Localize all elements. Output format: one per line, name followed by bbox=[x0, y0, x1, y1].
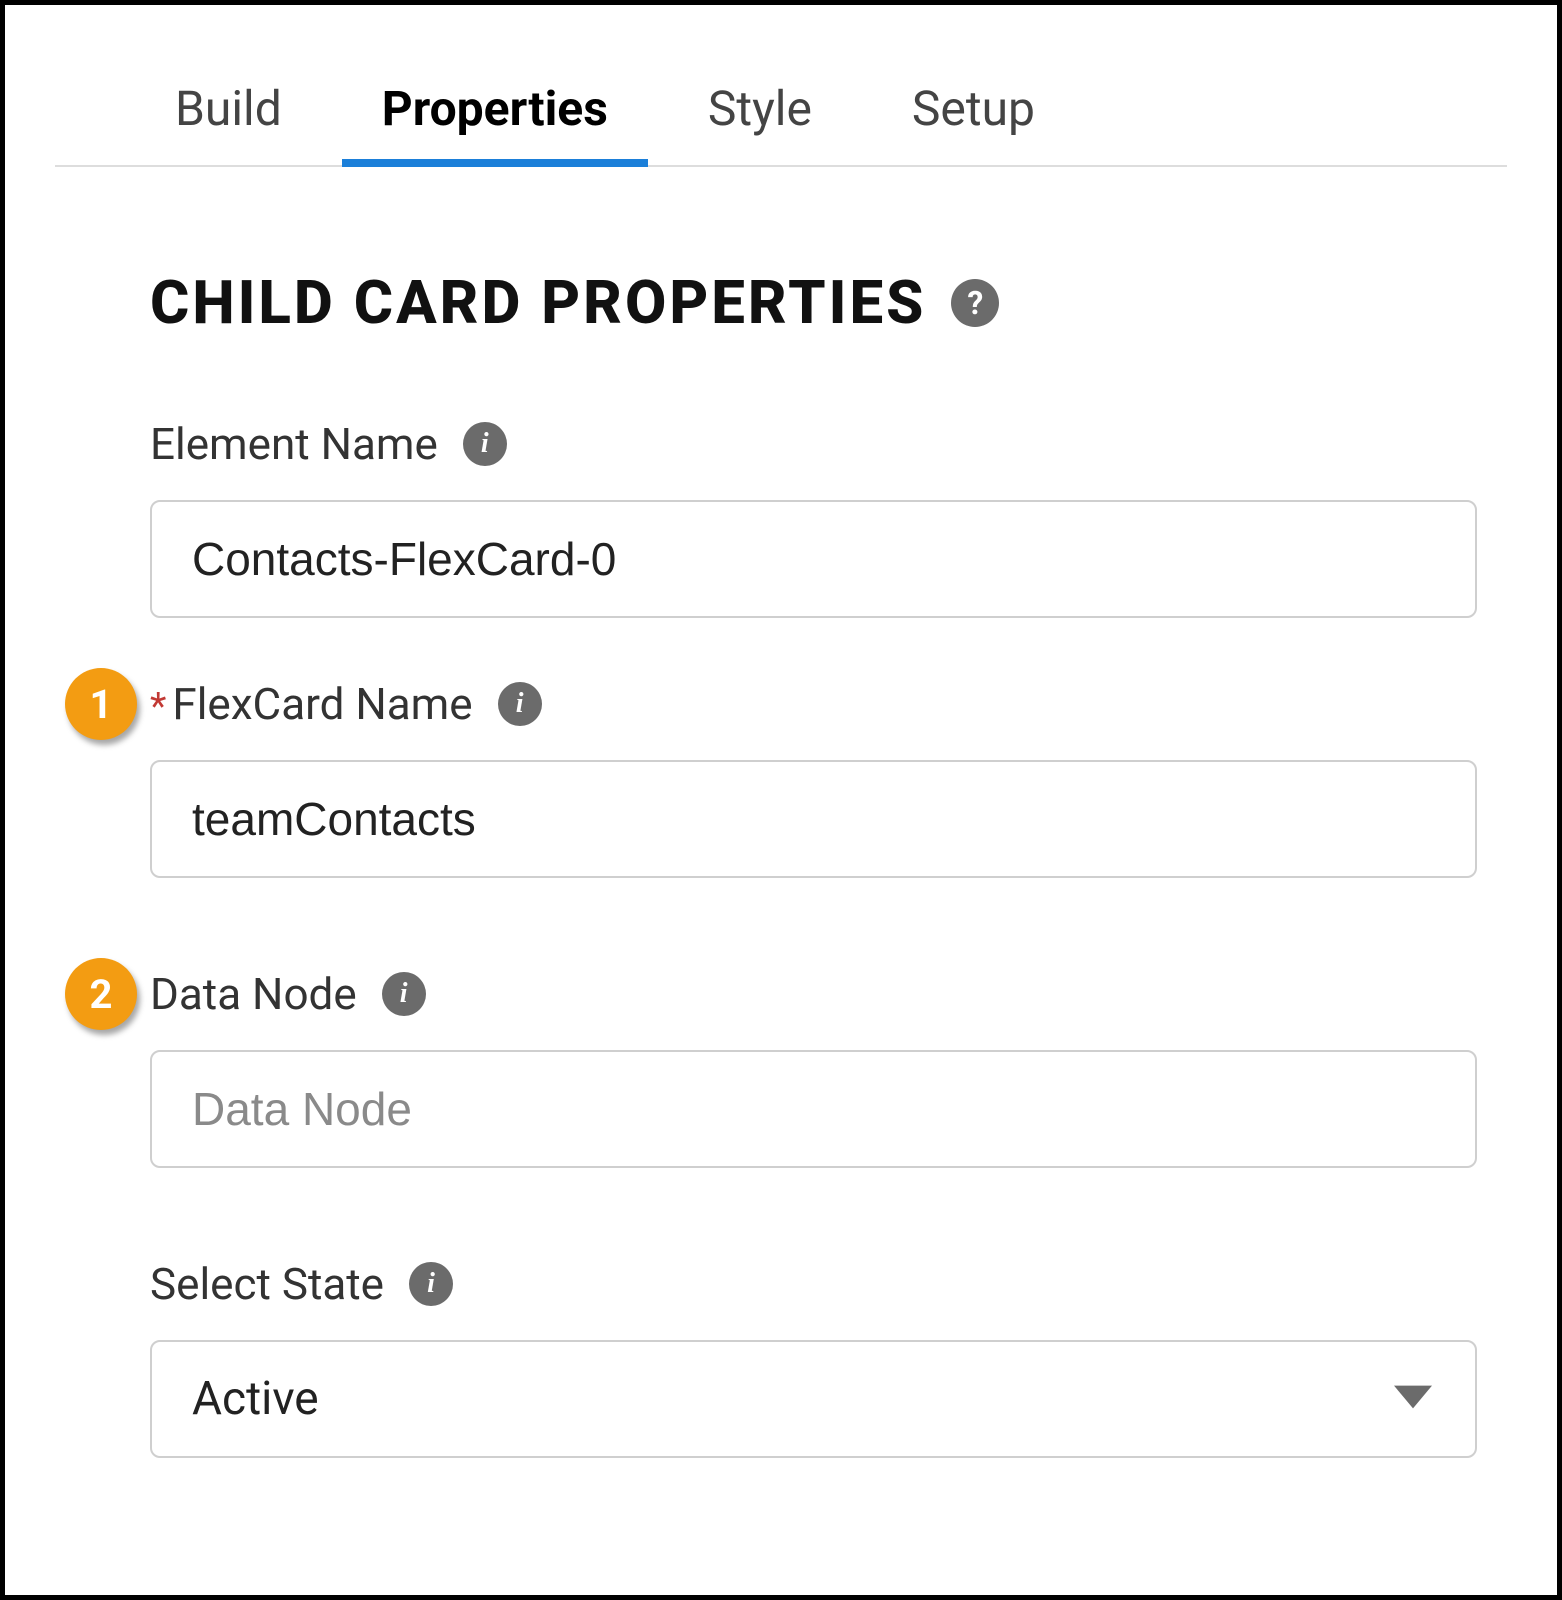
select-state-wrap: Active bbox=[150, 1340, 1477, 1458]
info-icon[interactable]: i bbox=[409, 1262, 453, 1306]
field-label-row: Data Node i bbox=[150, 968, 1477, 1020]
select-state-label: Select State bbox=[150, 1258, 384, 1310]
field-label-row: *FlexCard Name i bbox=[150, 678, 1477, 730]
panel-frame: Build Properties Style Setup CHILD CARD … bbox=[0, 0, 1562, 1600]
field-data-node: 2 Data Node i bbox=[150, 968, 1477, 1168]
element-name-input[interactable] bbox=[150, 500, 1477, 618]
section-title: CHILD CARD PROPERTIES bbox=[150, 267, 926, 338]
tab-properties[interactable]: Properties bbox=[362, 65, 628, 165]
callout-badge-1: 1 bbox=[65, 668, 137, 740]
help-icon[interactable]: ? bbox=[951, 279, 999, 327]
element-name-label: Element Name bbox=[150, 418, 438, 470]
data-node-input[interactable] bbox=[150, 1050, 1477, 1168]
flexcard-name-label: *FlexCard Name bbox=[150, 678, 473, 730]
field-element-name: Element Name i bbox=[150, 418, 1477, 618]
info-icon[interactable]: i bbox=[498, 682, 542, 726]
callout-badge-2: 2 bbox=[65, 958, 137, 1030]
tab-bar: Build Properties Style Setup bbox=[55, 65, 1507, 167]
flexcard-name-label-text: FlexCard Name bbox=[172, 678, 472, 730]
tab-setup[interactable]: Setup bbox=[892, 65, 1055, 165]
section-heading: CHILD CARD PROPERTIES ? bbox=[150, 267, 1507, 338]
info-icon[interactable]: i bbox=[382, 972, 426, 1016]
field-flexcard-name: 1 *FlexCard Name i bbox=[150, 678, 1477, 878]
required-asterisk: * bbox=[150, 685, 166, 729]
data-node-label: Data Node bbox=[150, 968, 357, 1020]
field-label-row: Element Name i bbox=[150, 418, 1477, 470]
panel-content: Build Properties Style Setup CHILD CARD … bbox=[5, 5, 1557, 1558]
info-icon[interactable]: i bbox=[463, 422, 507, 466]
flexcard-name-input[interactable] bbox=[150, 760, 1477, 878]
tab-build[interactable]: Build bbox=[155, 65, 302, 165]
field-label-row: Select State i bbox=[150, 1258, 1477, 1310]
tab-style[interactable]: Style bbox=[688, 65, 832, 165]
field-select-state: Select State i Active bbox=[150, 1258, 1477, 1458]
select-state-input[interactable]: Active bbox=[150, 1340, 1477, 1458]
